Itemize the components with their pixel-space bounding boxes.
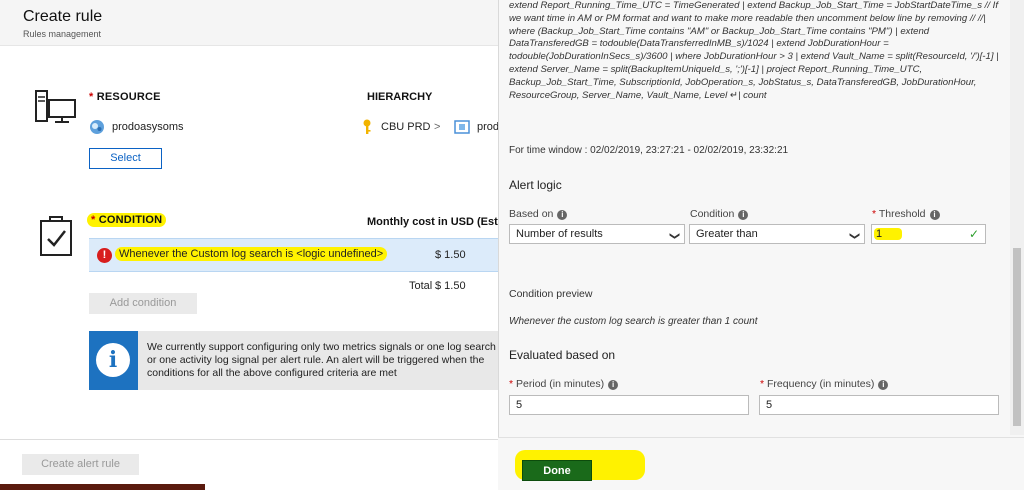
taskbar-strip: [0, 484, 205, 490]
total-value: $ 1.50: [435, 280, 466, 292]
create-alert-rule-button[interactable]: Create alert rule: [22, 454, 139, 475]
hierarchy-root[interactable]: CBU PRD: [381, 121, 431, 133]
info-icon: i: [738, 210, 749, 220]
query-text: extend Report_Running_Time_UTC = TimeGen…: [509, 0, 999, 101]
create-rule-blade: Create rule Rules management * RESOURCE …: [0, 0, 500, 490]
based-on-select[interactable]: Number of results ❯: [509, 224, 685, 244]
info-text: We currently support configuring only tw…: [147, 341, 496, 379]
info-icon: i: [608, 380, 619, 390]
info-icon-panel: i: [89, 331, 138, 390]
condition-text[interactable]: Whenever the Custom log search is <logic…: [115, 247, 388, 261]
scrollbar-thumb[interactable]: [1013, 248, 1021, 426]
period-label: * Period (in minutes) i: [509, 378, 619, 390]
info-icon: i: [878, 380, 889, 390]
checklist-icon: [40, 216, 72, 256]
condition-row[interactable]: ! Whenever the Custom log search is <log…: [89, 238, 500, 272]
resource-label: * RESOURCE: [89, 91, 161, 103]
evaluated-heading: Evaluated based on: [509, 348, 616, 362]
hierarchy-label: HIERARCHY: [367, 91, 433, 103]
hierarchy-separator: >: [434, 121, 441, 133]
select-resource-button[interactable]: Select: [89, 148, 162, 169]
condition-label: * CONDITION: [87, 213, 167, 227]
frequency-input[interactable]: 5: [759, 395, 999, 415]
create-rule-screen: Create rule Rules management * RESOURCE …: [0, 0, 1024, 490]
threshold-value: 1: [874, 228, 903, 240]
chevron-down-icon: ❯: [668, 231, 680, 241]
condition-value: Greater than: [696, 228, 758, 240]
info-message: i We currently support configuring only …: [89, 331, 500, 390]
based-on-label: Based on i: [509, 208, 568, 220]
monthly-cost-label: Monthly cost in USD (Estim: [367, 216, 500, 228]
frequency-label: * Frequency (in minutes) i: [760, 378, 889, 390]
condition-preview-text: Whenever the custom log search is greate…: [509, 316, 758, 327]
info-icon: i: [557, 210, 568, 220]
condition-select-label: Condition i: [690, 208, 749, 220]
based-on-value: Number of results: [516, 228, 603, 240]
configure-signal-panel: extend Report_Running_Time_UTC = TimeGen…: [498, 0, 1024, 490]
log-analytics-icon: [90, 120, 104, 134]
threshold-input[interactable]: 1 ✓: [871, 224, 986, 244]
page-title: Create rule: [23, 8, 103, 25]
error-icon: !: [97, 248, 112, 263]
period-input[interactable]: 5: [509, 395, 749, 415]
resource-name[interactable]: prodoasysoms: [112, 121, 184, 133]
condition-preview-label: Condition preview: [509, 288, 593, 300]
resource-group-icon: [454, 120, 470, 134]
footer-divider: [0, 439, 500, 440]
condition-select[interactable]: Greater than ❯: [689, 224, 865, 244]
checkmark-icon: ✓: [968, 227, 979, 241]
page-subtitle: Rules management: [23, 29, 102, 39]
info-icon: i: [929, 210, 940, 220]
key-icon: [363, 119, 371, 134]
blade-header: Create rule Rules management: [0, 0, 500, 46]
info-icon: i: [96, 343, 130, 377]
resource-computer-icon: [35, 90, 76, 123]
condition-cost: $ 1.50: [435, 249, 466, 261]
total-label: Total: [409, 280, 433, 292]
alert-logic-heading: Alert logic: [509, 178, 562, 192]
done-button[interactable]: Done: [522, 460, 592, 481]
hierarchy-child[interactable]: prod: [477, 121, 500, 133]
chevron-down-icon: ❯: [848, 231, 860, 241]
add-condition-button[interactable]: Add condition: [89, 293, 197, 314]
time-window-text: For time window : 02/02/2019, 23:27:21 -…: [509, 145, 789, 156]
threshold-label: * Threshold i: [872, 208, 940, 220]
